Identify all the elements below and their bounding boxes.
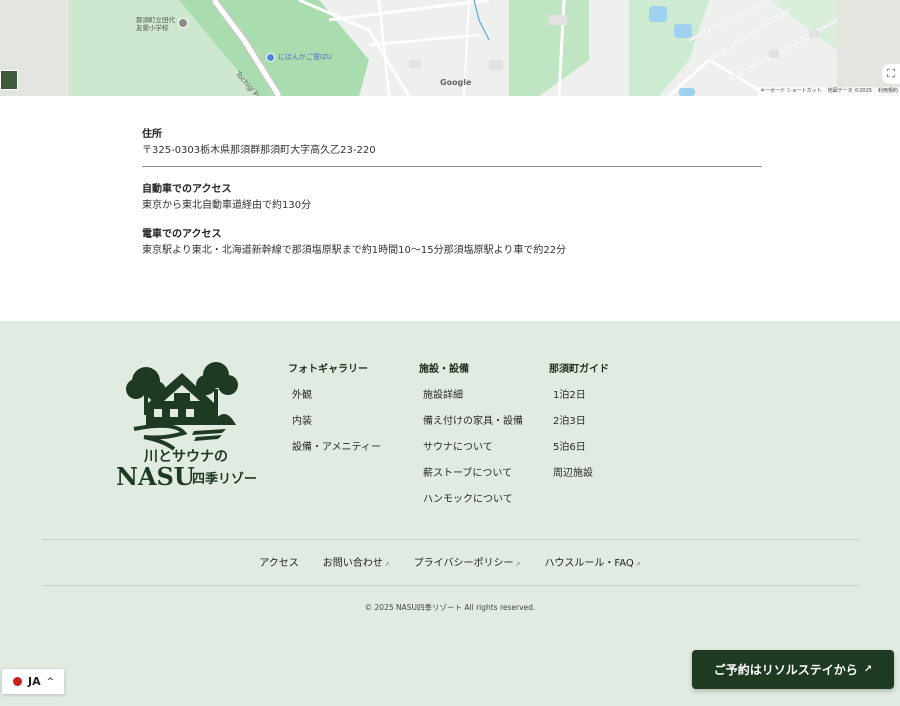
booking-button[interactable]: ご予約はリソルステイから ↗ xyxy=(692,650,894,689)
language-code: JA xyxy=(28,675,41,688)
divider xyxy=(142,166,762,167)
nav-col-title: フォトギャラリー xyxy=(288,364,368,375)
nav-link-furniture[interactable]: 備え付けの家具・設備 xyxy=(419,409,523,435)
access-info: 住所 〒325-0303栃木県那須群那須町大字高久乙23-220 自動車でのアク… xyxy=(142,128,762,259)
train-access-block: 電車でのアクセス 東京駅より東北・北海道新幹線で那須塩原駅まで約1時間10〜15… xyxy=(142,228,762,259)
keyboard-shortcuts-link[interactable]: キーボード ショートカット xyxy=(760,87,822,96)
car-access-block: 自動車でのアクセス 東京から東北自動車道経由で約130分 xyxy=(142,183,762,214)
nav-col-title: 施設・設備 xyxy=(419,364,469,375)
nav-link-5nights[interactable]: 5泊6日 xyxy=(549,435,609,461)
nav-link-nearby[interactable]: 周辺施設 xyxy=(549,461,609,487)
privacy-policy-link[interactable]: プライバシーポリシー xyxy=(414,554,521,569)
train-access-text: 東京駅より東北・北海道新幹線で那須塩原駅まで約1時間10〜15分那須塩原駅より車… xyxy=(142,245,567,256)
footer-nav-gallery: フォトギャラリー 外観 内装 設備・アメニティー xyxy=(288,363,381,461)
nav-link-amenities[interactable]: 設備・アメニティー xyxy=(288,435,381,461)
map-label-school: 那須町立田代 友愛小学校 xyxy=(136,16,175,32)
map-poi-label: にほんかご霊IZU xyxy=(278,53,332,61)
nav-link-facility-details[interactable]: 施設詳細 xyxy=(419,383,523,409)
car-access-title: 自動車でのアクセス xyxy=(142,184,232,195)
booking-button-label: ご予約はリソルステイから xyxy=(713,663,858,677)
access-link[interactable]: アクセス xyxy=(259,554,299,569)
map-data-label: 地図データ ©2025 xyxy=(827,88,872,94)
footer-nav-guide: 那須町ガイド 1泊2日 2泊3日 5泊6日 周辺施設 xyxy=(549,363,609,487)
logo-title: NASU xyxy=(116,462,195,489)
copyright: © 2025 NASU四季リゾート All rights reserved. xyxy=(364,603,536,612)
map-embed[interactable]: ⛶ 那須町立田代 友愛小学校 にほんかご霊IZU Tochigi Prefe..… xyxy=(0,0,900,96)
car-access-text: 東京から東北自動車道経由で約130分 xyxy=(142,200,312,211)
train-access-title: 電車でのアクセス xyxy=(142,229,222,240)
nav-link-exterior[interactable]: 外観 xyxy=(288,383,381,409)
nav-link-interior[interactable]: 内装 xyxy=(288,409,381,435)
footer-divider xyxy=(42,585,860,586)
chevron-up-icon: ^ xyxy=(46,676,55,687)
map-attribution: キーボード ショートカット 地図データ ©2025 利用規約 xyxy=(758,87,900,96)
site-footer: 川とサウナの NASU 四季リゾート フォトギャラリー 外観 内装 設備・アメニ… xyxy=(0,321,900,706)
footer-nav-facilities: 施設・設備 施設詳細 備え付けの家具・設備 サウナについて 薪ストーブについて … xyxy=(419,363,523,513)
map-layer-thumbnail[interactable] xyxy=(0,70,18,90)
site-logo[interactable]: 川とサウナの NASU 四季リゾート xyxy=(114,359,258,489)
contact-link[interactable]: お問い合わせ xyxy=(323,554,390,569)
nav-col-title: 那須町ガイド xyxy=(549,364,609,375)
map-poi[interactable]: にほんかご霊IZU xyxy=(266,52,332,62)
nav-link-2nights[interactable]: 2泊3日 xyxy=(549,409,609,435)
address-title: 住所 xyxy=(142,129,162,140)
address-block: 住所 〒325-0303栃木県那須群那須町大字高久乙23-220 xyxy=(142,128,762,159)
external-link-icon: ↗ xyxy=(863,664,873,675)
address-text: 〒325-0303栃木県那須群那須町大字高久乙23-220 xyxy=(142,145,376,156)
footer-bottom-links: アクセス お問い合わせ プライバシーポリシー ハウスルール・FAQ xyxy=(0,554,900,569)
house-rules-link[interactable]: ハウスルール・FAQ xyxy=(544,554,640,569)
footer-divider xyxy=(42,539,860,540)
fullscreen-icon[interactable]: ⛶ xyxy=(882,64,900,84)
nav-link-hammock[interactable]: ハンモックについて xyxy=(419,487,523,513)
map-pin-icon xyxy=(266,52,275,62)
nav-link-1night[interactable]: 1泊2日 xyxy=(549,383,609,409)
japan-flag-icon xyxy=(13,677,22,686)
logo-title-jp: 四季リゾート xyxy=(192,471,258,487)
nav-link-sauna[interactable]: サウナについて xyxy=(419,435,523,461)
terms-link[interactable]: 利用規約 xyxy=(878,87,898,96)
language-switcher[interactable]: JA ^ xyxy=(2,669,64,694)
nav-link-wood-stove[interactable]: 薪ストーブについて xyxy=(419,461,523,487)
school-icon xyxy=(178,18,188,28)
google-logo: Google xyxy=(440,78,472,87)
